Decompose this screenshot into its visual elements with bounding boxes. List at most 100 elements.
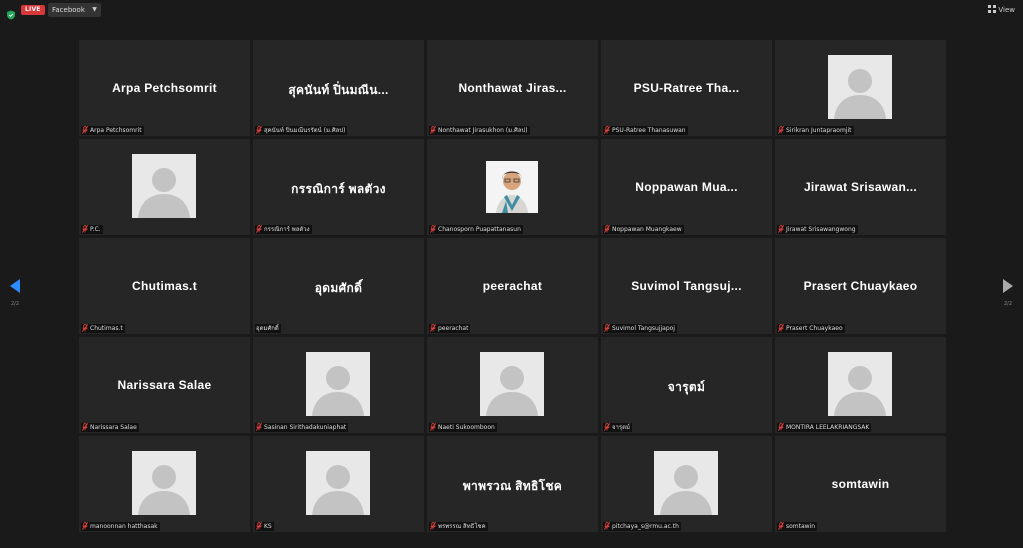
participant-name-text: manoonnan hatthasak <box>90 523 158 530</box>
mic-muted-icon <box>777 126 785 134</box>
participant-display-name: Nonthawat Jiras... <box>458 81 567 95</box>
participant-tile[interactable]: peerachat peerachat <box>427 238 598 334</box>
default-avatar-icon <box>306 451 370 515</box>
participant-tile[interactable]: Chutimas.t Chutimas.t <box>79 238 250 334</box>
participant-tile[interactable]: อุดมศักดิ์ อุดมศักดิ์ <box>253 238 424 334</box>
mic-muted-icon <box>429 324 437 332</box>
participant-tile[interactable]: จารุตม์ จารุตม์ <box>601 337 772 433</box>
participant-name-label: Naeti Sukoomboon <box>429 423 497 432</box>
default-avatar-icon <box>654 451 718 515</box>
participant-tile[interactable]: Naeti Sukoomboon <box>427 337 598 433</box>
participant-tile[interactable]: Prasert Chuaykaeo Prasert Chuaykaeo <box>775 238 946 334</box>
participant-tile[interactable]: Arpa Petchsomrit Arpa Petchsomrit <box>79 40 250 136</box>
participant-name-label: KS <box>255 522 274 531</box>
participant-name-text: สุคนันท์ ปิ่นมณีนรรัตน์ (ม.ศิลป) <box>264 127 346 134</box>
chevron-down-icon: ▼ <box>92 6 97 13</box>
participant-tile[interactable]: สุคนันท์ ปิ่นมณีน... สุคนันท์ ปิ่นมณีนรรั… <box>253 40 424 136</box>
participant-name-text: PSU-Ratree Thanasuwan <box>612 127 686 134</box>
participant-tile[interactable]: Sirikran Juntapraomjit <box>775 40 946 136</box>
participant-name-text: Arpa Petchsomrit <box>90 127 142 134</box>
participant-photo <box>486 161 538 213</box>
participant-tile[interactable]: pitchaya_s@rmu.ac.th <box>601 436 772 532</box>
participant-tile[interactable]: PSU-Ratree Tha... PSU-Ratree Thanasuwan <box>601 40 772 136</box>
participant-name-label: peerachat <box>429 324 471 333</box>
participant-display-name: Noppawan Mua... <box>635 180 738 194</box>
mic-muted-icon <box>255 126 263 134</box>
participant-name-label: อุดมศักดิ์ <box>255 324 281 333</box>
participant-tile[interactable]: Jirawat Srisawan... Jirawat Srisawangwong <box>775 139 946 235</box>
participant-display-name: Suvimol Tangsuj... <box>631 279 742 293</box>
participant-tile[interactable]: somtawin somtawin <box>775 436 946 532</box>
stream-target-dropdown[interactable]: Facebook ▼ <box>48 3 101 17</box>
participant-tile[interactable]: Noppawan Mua... Noppawan Muangkaew <box>601 139 772 235</box>
participant-name-label: Sasinan Sirithadakuniaphat <box>255 423 349 432</box>
default-avatar-icon <box>828 352 892 416</box>
participant-tile[interactable]: KS <box>253 436 424 532</box>
participant-name-label: P.C. <box>81 225 103 234</box>
participant-tile[interactable]: กรรณิการ์ พลตัวง กรรณิการ์ พลตัวง <box>253 139 424 235</box>
participant-name-label: พรพรรณ สิทธิโชค <box>429 522 488 531</box>
shield-icon[interactable] <box>6 5 16 20</box>
participant-display-name: สุคนันท์ ปิ่นมณีน... <box>288 83 389 97</box>
participant-name-label: กรรณิการ์ พลตัวง <box>255 225 312 234</box>
next-page-button[interactable]: 2/2 <box>998 278 1018 307</box>
participant-name-text: peerachat <box>438 325 469 332</box>
participant-tile[interactable]: Narissara Salae Narissara Salae <box>79 337 250 433</box>
participant-display-name: Arpa Petchsomrit <box>112 81 217 95</box>
participant-tile[interactable]: Nonthawat Jiras... Nonthawat Jirasukhon (… <box>427 40 598 136</box>
mic-muted-icon <box>777 324 785 332</box>
participant-name-label: Narissara Salae <box>81 423 139 432</box>
live-badge[interactable]: LIVE <box>21 5 45 15</box>
participant-name-label: Prasert Chuaykaeo <box>777 324 845 333</box>
participant-tile[interactable]: MONTIRA LEELAKRIANGSAK <box>775 337 946 433</box>
mic-muted-icon <box>777 225 785 233</box>
participant-tile[interactable]: Sasinan Sirithadakuniaphat <box>253 337 424 433</box>
participant-name-text: Chanosporn Puapattanasun <box>438 226 521 233</box>
participant-name-label: Sirikran Juntapraomjit <box>777 126 854 135</box>
participant-tile[interactable]: พาพรวณ สิทธิโชคพรพรรณ สิทธิโชค <box>427 436 598 532</box>
participant-name-label: จารุตม์ <box>603 423 632 432</box>
mic-muted-icon <box>603 126 611 134</box>
participant-name-text: อุดมศักดิ์ <box>256 325 279 332</box>
participant-display-name: Narissara Salae <box>117 378 212 392</box>
participant-name-text: pitchaya_s@rmu.ac.th <box>612 523 679 530</box>
default-avatar-icon <box>132 451 196 515</box>
participant-display-name: Chutimas.t <box>131 279 197 293</box>
participant-display-name: อุดมศักดิ์ <box>314 281 363 295</box>
mic-muted-icon <box>603 522 611 530</box>
stream-target-label: Facebook <box>52 6 85 14</box>
arrow-left-icon <box>10 279 20 293</box>
mic-muted-icon <box>255 423 263 431</box>
mic-muted-icon <box>81 126 89 134</box>
mic-muted-icon <box>429 522 437 530</box>
participant-name-label: PSU-Ratree Thanasuwan <box>603 126 688 135</box>
participant-tile[interactable]: P.C. <box>79 139 250 235</box>
participant-name-text: Chutimas.t <box>90 325 123 332</box>
participant-tile[interactable]: Chanosporn Puapattanasun <box>427 139 598 235</box>
participant-name-label: Nonthawat Jirasukhon (ม.ศิลป) <box>429 126 530 135</box>
page-indicator-right: 2/2 <box>1003 301 1013 307</box>
participant-tile[interactable]: manoonnan hatthasak <box>79 436 250 532</box>
participant-name-text: กรรณิการ์ พลตัวง <box>264 226 310 233</box>
mic-muted-icon <box>603 423 611 431</box>
participant-name-label: Chanosporn Puapattanasun <box>429 225 523 234</box>
previous-page-button[interactable]: 2/2 <box>5 278 25 307</box>
mic-muted-icon <box>429 423 437 431</box>
participant-tile[interactable]: Suvimol Tangsuj... Suvimol Tangsujjapoj <box>601 238 772 334</box>
participant-display-name: จารุตม์ <box>667 380 706 394</box>
participant-display-name: พาพรวณ สิทธิโชค <box>462 479 563 493</box>
mic-muted-icon <box>81 423 89 431</box>
participant-gallery: Arpa Petchsomrit Arpa Petchsomrit สุคนันท์… <box>79 40 946 535</box>
participant-display-name: กรรณิการ์ พลตัวง <box>291 182 386 196</box>
view-button[interactable]: View <box>988 4 1015 16</box>
default-avatar-icon <box>480 352 544 416</box>
mic-muted-icon <box>255 522 263 530</box>
participant-name-text: Jirawat Srisawangwong <box>786 226 856 233</box>
view-label: View <box>998 6 1015 14</box>
participant-name-text: Prasert Chuaykaeo <box>786 325 843 332</box>
participant-name-text: MONTIRA LEELAKRIANGSAK <box>786 424 870 431</box>
participant-name-text: จารุตม์ <box>612 424 630 431</box>
mic-muted-icon <box>429 126 437 134</box>
participant-name-label: pitchaya_s@rmu.ac.th <box>603 522 681 531</box>
page-indicator-left: 2/2 <box>10 301 20 307</box>
